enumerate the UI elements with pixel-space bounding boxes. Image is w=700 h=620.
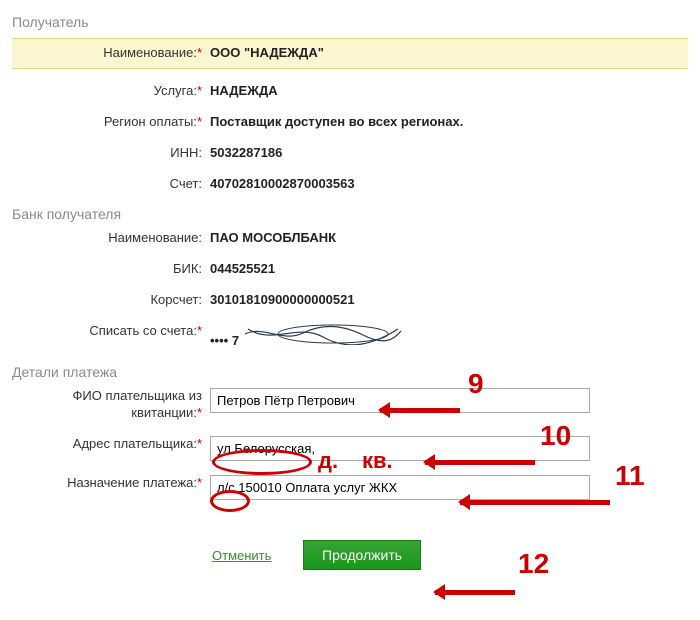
label-fio: ФИО плательщика из квитанции:* <box>12 388 210 422</box>
required-asterisk: * <box>197 475 202 490</box>
row-debit-account: Списать со счета:* •••• 7 <box>12 323 688 350</box>
label-region: Регион оплаты:* <box>12 114 210 131</box>
required-asterisk: * <box>197 45 202 60</box>
value-fio <box>210 388 688 413</box>
row-bik: БИК: 044525521 <box>12 261 688 278</box>
purpose-input[interactable] <box>210 475 590 500</box>
required-asterisk: * <box>197 83 202 98</box>
value-region: Поставщик доступен во всех регионах. <box>210 114 688 131</box>
label-debit-account: Списать со счета:* <box>12 323 210 340</box>
row-address: Адрес плательщика:* <box>12 436 688 461</box>
label-bik: БИК: <box>12 261 210 278</box>
value-bank-name: ПАО МОСОБЛБАНК <box>210 230 688 247</box>
label-debit-account-text: Списать со счета: <box>89 323 197 338</box>
value-address <box>210 436 688 461</box>
label-bank-name: Наименование: <box>12 230 210 247</box>
label-purpose-text: Назначение платежа: <box>67 475 197 490</box>
value-account: 40702810002870003563 <box>210 176 688 193</box>
value-purpose <box>210 475 688 500</box>
section-recipient-title: Получатель <box>12 14 688 30</box>
row-inn: ИНН: 5032287186 <box>12 145 688 162</box>
row-account: Счет: 40702810002870003563 <box>12 176 688 193</box>
label-service-text: Услуга: <box>154 83 197 98</box>
value-debit-account[interactable]: •••• 7 <box>210 323 688 350</box>
redacted-scribble <box>243 323 403 345</box>
required-asterisk: * <box>197 436 202 451</box>
row-bank-name: Наименование: ПАО МОСОБЛБАНК <box>12 230 688 247</box>
label-fio-text: ФИО плательщика из квитанции: <box>73 388 202 420</box>
row-corr: Корсчет: 30101810900000000521 <box>12 292 688 309</box>
row-purpose: Назначение платежа:* <box>12 475 688 500</box>
continue-button[interactable]: Продолжить <box>303 540 421 570</box>
row-service: Услуга:* НАДЕЖДА <box>12 83 688 100</box>
required-asterisk: * <box>197 114 202 129</box>
label-account: Счет: <box>12 176 210 193</box>
value-corr: 30101810900000000521 <box>210 292 688 309</box>
cancel-link[interactable]: Отменить <box>212 548 271 563</box>
label-address: Адрес плательщика:* <box>12 436 210 453</box>
annotation-arrow-12 <box>435 590 515 595</box>
label-recipient-name: Наименование:* <box>12 45 210 62</box>
label-address-text: Адрес плательщика: <box>73 436 197 451</box>
annotation-arrow-11 <box>460 500 610 505</box>
label-corr: Корсчет: <box>12 292 210 309</box>
debit-masked-text: •••• 7 <box>210 333 239 348</box>
fio-input[interactable] <box>210 388 590 413</box>
label-purpose: Назначение платежа:* <box>12 475 210 492</box>
value-bik: 044525521 <box>210 261 688 278</box>
value-service: НАДЕЖДА <box>210 83 688 100</box>
section-details-title: Детали платежа <box>12 364 688 380</box>
required-asterisk: * <box>197 323 202 338</box>
section-bank-title: Банк получателя <box>12 206 688 222</box>
row-region: Регион оплаты:* Поставщик доступен во вс… <box>12 114 688 131</box>
label-region-text: Регион оплаты: <box>104 114 197 129</box>
actions-row: Отменить Продолжить <box>212 540 688 570</box>
row-fio: ФИО плательщика из квитанции:* <box>12 388 688 422</box>
value-recipient-name: ООО "НАДЕЖДА" <box>210 45 688 62</box>
address-input[interactable] <box>210 436 590 461</box>
required-asterisk: * <box>197 405 202 420</box>
label-recipient-name-text: Наименование: <box>103 45 197 60</box>
value-inn: 5032287186 <box>210 145 688 162</box>
label-service: Услуга:* <box>12 83 210 100</box>
label-inn: ИНН: <box>12 145 210 162</box>
row-recipient-name: Наименование:* ООО "НАДЕЖДА" <box>12 38 688 69</box>
